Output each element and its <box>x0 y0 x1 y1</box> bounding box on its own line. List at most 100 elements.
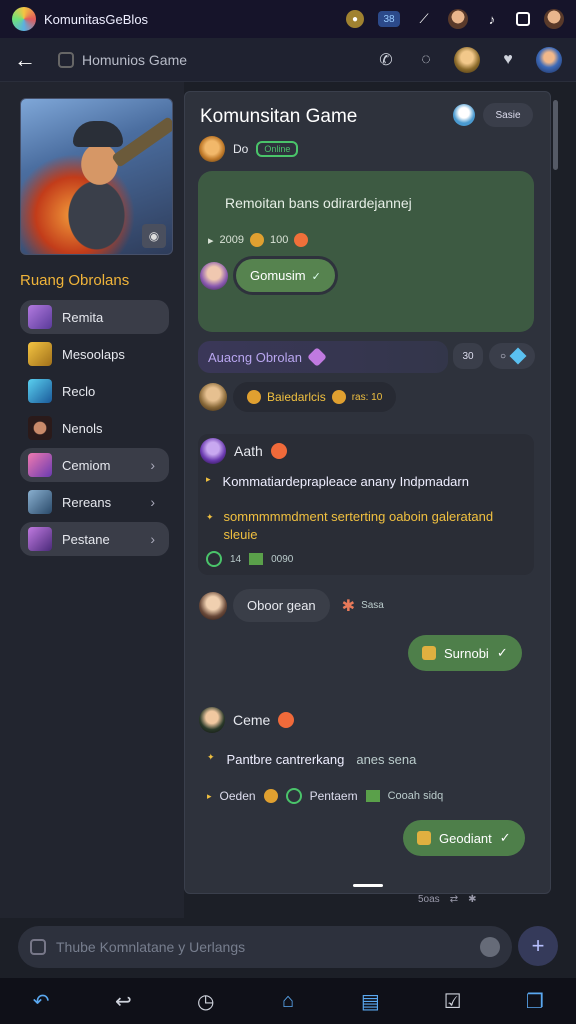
channel-title: Homunios Game <box>82 51 188 68</box>
outgoing-message: Geodiant ✓ <box>403 820 525 856</box>
sidebar-item-rereans[interactable]: Rereans › <box>20 485 169 519</box>
pinned-message[interactable]: Remoitan bans odirardejannej ▸ 2009 100 … <box>198 171 534 332</box>
emoji-icon[interactable] <box>480 937 500 957</box>
card-header: Aath <box>200 438 287 464</box>
top-bar: ← Homunios Game ✆ ◌ ♥ <box>0 38 576 82</box>
sidebar-item-remita[interactable]: Remita <box>20 300 169 334</box>
windows-icon[interactable]: ❐ <box>515 981 555 1021</box>
controller-icon <box>365 790 380 802</box>
play-icon <box>206 551 222 567</box>
square-icon <box>516 12 530 26</box>
message-text: Oeden <box>219 789 256 803</box>
sidebar-menu: Remita Mesoolaps Reclo Nenols Cemiom › R… <box>20 300 169 559</box>
compass-icon[interactable]: ◷ <box>186 981 226 1021</box>
sidebar-item-label: Reclo <box>62 383 96 399</box>
attach-icon[interactable] <box>30 939 46 955</box>
back-arrow-icon[interactable]: ← <box>14 47 44 73</box>
camera-icon[interactable]: ◉ <box>142 224 166 248</box>
back-icon[interactable]: ↩ <box>103 981 143 1021</box>
magic-icon <box>28 305 52 329</box>
sidebar-item-mesoolaps[interactable]: Mesoolaps <box>20 337 169 371</box>
meta-value: 100 <box>270 234 289 246</box>
sidebar-item-cemiom[interactable]: Cemiom › <box>20 448 169 482</box>
message-author: Ceme <box>233 712 271 728</box>
meta-value: 2009 <box>219 234 245 246</box>
member-avatar[interactable] <box>454 46 480 73</box>
loading-icon[interactable]: ◌ <box>414 48 438 72</box>
bullet-icon: ▸ <box>206 474 211 484</box>
online-badge: Online <box>256 141 299 157</box>
chevron-right-icon: › <box>150 457 155 473</box>
card-text: Kommatiardeprapleace anany Indpmadarn <box>222 474 469 489</box>
message-card[interactable]: Aath ▸ Kommatiardeprapleace anany Indpma… <box>198 434 534 575</box>
sidebar-item-pestane[interactable]: Pestane › <box>20 522 169 556</box>
character-icon <box>28 416 52 440</box>
clipboard-icon[interactable]: ▤ <box>350 981 390 1021</box>
badge-bubble[interactable]: Baiedarlcis ras: 10 <box>233 382 397 412</box>
crossed-swords-icon <box>28 379 52 403</box>
message-tail: anes sena <box>356 752 417 767</box>
count-chip[interactable]: 30 <box>453 343 483 369</box>
incoming-message: Ceme <box>199 707 295 733</box>
globe-icon[interactable] <box>453 104 475 126</box>
message-label: Pentaem <box>309 789 358 803</box>
avatar <box>200 261 228 290</box>
home-icon[interactable]: ⌂ <box>268 981 308 1021</box>
sidebar-item-reclo[interactable]: Reclo <box>20 374 169 408</box>
badge-text: Baiedarlcis <box>267 390 326 404</box>
sidebar-item-label: Pestane <box>62 531 110 547</box>
bullet-icon: ▸ <box>208 234 214 247</box>
scrollbar[interactable] <box>553 100 558 170</box>
room-banner[interactable]: Auacng Obrolan <box>198 341 448 373</box>
add-button[interactable]: + <box>518 926 558 966</box>
card-meta: 14 0090 <box>206 551 293 567</box>
sidebar-item-label: Remita <box>62 309 104 325</box>
account-avatar-icon[interactable] <box>544 9 564 29</box>
message-input[interactable]: Thube Komnlatane y Uerlangs <box>56 939 480 955</box>
chest-icon <box>263 789 278 803</box>
status-bar: KomunitasGeBlos ● 38 ⟋ ♪ <box>0 0 576 38</box>
sidebar-item-label: Mesoolaps <box>62 346 125 362</box>
card-author: Aath <box>234 443 263 459</box>
footer-text: 5oas <box>418 894 440 905</box>
phone-icon[interactable]: ✆ <box>374 48 398 72</box>
sidebar: ◉ Ruang Obrolans Remita Mesoolaps Reclo … <box>0 82 184 918</box>
pickaxe-icon <box>28 342 52 366</box>
message-line: ▸ Oeden Pentaem Cooah sidq <box>207 788 443 804</box>
undo-icon[interactable]: ↶ <box>21 981 61 1021</box>
message-line: ✦ Pantbre cantrerkang anes sena <box>207 752 416 767</box>
sidebar-item-label: Cemiom <box>62 457 111 473</box>
emoji-icon <box>270 443 287 459</box>
save-button[interactable]: Sasie <box>483 103 533 127</box>
settings-icon[interactable]: ✱ <box>468 894 476 905</box>
message-meta: Sasa <box>361 600 384 611</box>
sent-bubble[interactable]: Surnobi ✓ <box>408 635 522 671</box>
scroll-indicator <box>353 884 383 887</box>
gem-icon <box>307 347 327 367</box>
chat-title: Komunsitan Game <box>200 106 358 127</box>
diamond-chip[interactable]: ○ <box>489 343 535 369</box>
check-icon: ✓ <box>499 830 511 845</box>
profile-status-icon <box>448 9 468 29</box>
sent-bubble[interactable]: Geodiant ✓ <box>403 820 525 856</box>
heart-icon[interactable]: ♥ <box>496 48 520 72</box>
check-icon: ✓ <box>496 645 508 660</box>
message-small: Cooah sidq <box>387 790 444 802</box>
checklist-icon[interactable]: ☑ <box>433 981 473 1021</box>
reply-bubble[interactable]: Gomusim ✓ <box>236 259 335 292</box>
sidebar-heading: Ruang Obrolans <box>20 272 130 289</box>
app-logo <box>12 7 36 31</box>
status-pill: 38 <box>378 11 400 27</box>
star-icon: ✦ <box>207 752 215 762</box>
user-avatar[interactable] <box>536 46 562 73</box>
share-icon[interactable]: ⇄ <box>450 894 458 905</box>
message-bubble[interactable]: Oboor gean <box>233 589 330 622</box>
avatar <box>199 707 225 733</box>
sent-text: Geodiant <box>439 830 492 846</box>
sidebar-item-nenols[interactable]: Nenols <box>20 411 169 445</box>
reply-row: Gomusim ✓ <box>198 259 335 292</box>
chat-subtitle: Do Online <box>199 136 299 162</box>
avatar <box>199 591 227 620</box>
hero-hat <box>73 121 123 147</box>
bottom-nav: ↶ ↩ ◷ ⌂ ▤ ☑ ❐ <box>0 978 576 1024</box>
